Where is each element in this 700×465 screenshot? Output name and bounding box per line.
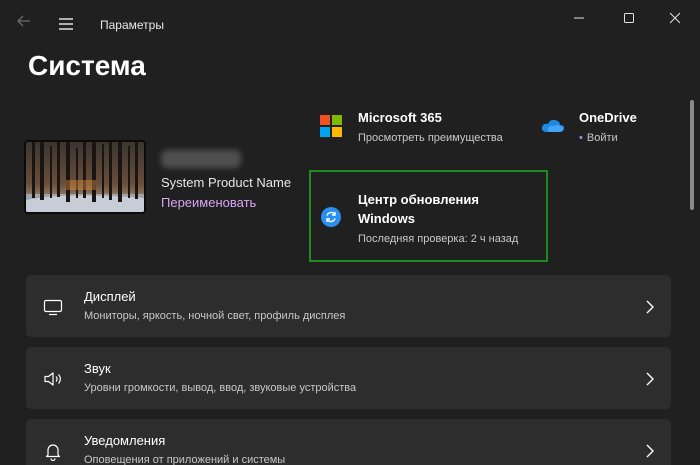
rename-link[interactable]: Переименовать xyxy=(161,195,256,210)
settings-item-display[interactable]: Дисплей Мониторы, яркость, ночной свет, … xyxy=(26,275,671,337)
windows-update-tile[interactable]: Центр обновления Windows Последняя провер… xyxy=(309,170,548,262)
sync-refresh-icon xyxy=(321,207,341,227)
close-button[interactable] xyxy=(652,2,698,34)
speaker-icon xyxy=(42,369,64,389)
settings-item-subtitle: Уровни громкости, вывод, ввод, звуковые … xyxy=(84,382,357,394)
hamburger-menu-icon[interactable] xyxy=(52,12,80,36)
bell-icon xyxy=(42,441,64,462)
device-name-blurred xyxy=(161,150,241,168)
chevron-right-icon xyxy=(645,371,655,387)
windows-update-title-line1: Центр обновления xyxy=(358,192,479,207)
windows-update-title: Центр обновления Windows xyxy=(358,190,479,228)
minimize-button[interactable] xyxy=(556,2,602,34)
onedrive-subtitle: • Войти xyxy=(579,132,618,144)
settings-item-subtitle: Оповещения от приложений и системы xyxy=(84,454,286,465)
windows-update-title-line2: Windows xyxy=(358,211,415,226)
settings-item-title: Звук xyxy=(84,361,111,376)
settings-item-title: Дисплей xyxy=(84,289,136,304)
microsoft-365-title: Microsoft 365 xyxy=(358,110,442,125)
microsoft-365-subtitle: Просмотреть преимущества xyxy=(358,132,503,144)
back-arrow-icon[interactable] xyxy=(10,12,38,36)
settings-item-subtitle: Мониторы, яркость, ночной свет, профиль … xyxy=(84,310,346,322)
monitor-icon xyxy=(42,297,64,317)
device-model: System Product Name xyxy=(161,175,292,190)
windows-update-last-check: Последняя проверка: 2 ч назад xyxy=(358,233,519,245)
desktop-wallpaper-thumbnail[interactable] xyxy=(24,140,146,214)
onedrive-title: OneDrive xyxy=(579,110,637,125)
window-title: Параметры xyxy=(100,18,164,32)
status-dot-icon: • xyxy=(579,132,583,144)
microsoft-365-tile[interactable]: Microsoft 365 Просмотреть преимущества xyxy=(320,110,535,150)
vertical-scrollbar[interactable] xyxy=(690,100,694,210)
title-bar: Параметры xyxy=(0,0,700,48)
onedrive-signin-label: Войти xyxy=(586,132,618,144)
settings-item-title: Уведомления xyxy=(84,433,166,448)
settings-item-sound[interactable]: Звук Уровни громкости, вывод, ввод, звук… xyxy=(26,347,671,409)
page-title: Система xyxy=(28,50,146,81)
settings-item-notifications[interactable]: Уведомления Оповещения от приложений и с… xyxy=(26,419,671,465)
onedrive-tile[interactable]: OneDrive • Войти xyxy=(541,110,691,150)
chevron-right-icon xyxy=(645,299,655,315)
microsoft-logo-icon xyxy=(320,115,342,137)
chevron-right-icon xyxy=(645,443,655,459)
onedrive-cloud-icon xyxy=(541,117,565,138)
maximize-button[interactable] xyxy=(606,2,652,34)
